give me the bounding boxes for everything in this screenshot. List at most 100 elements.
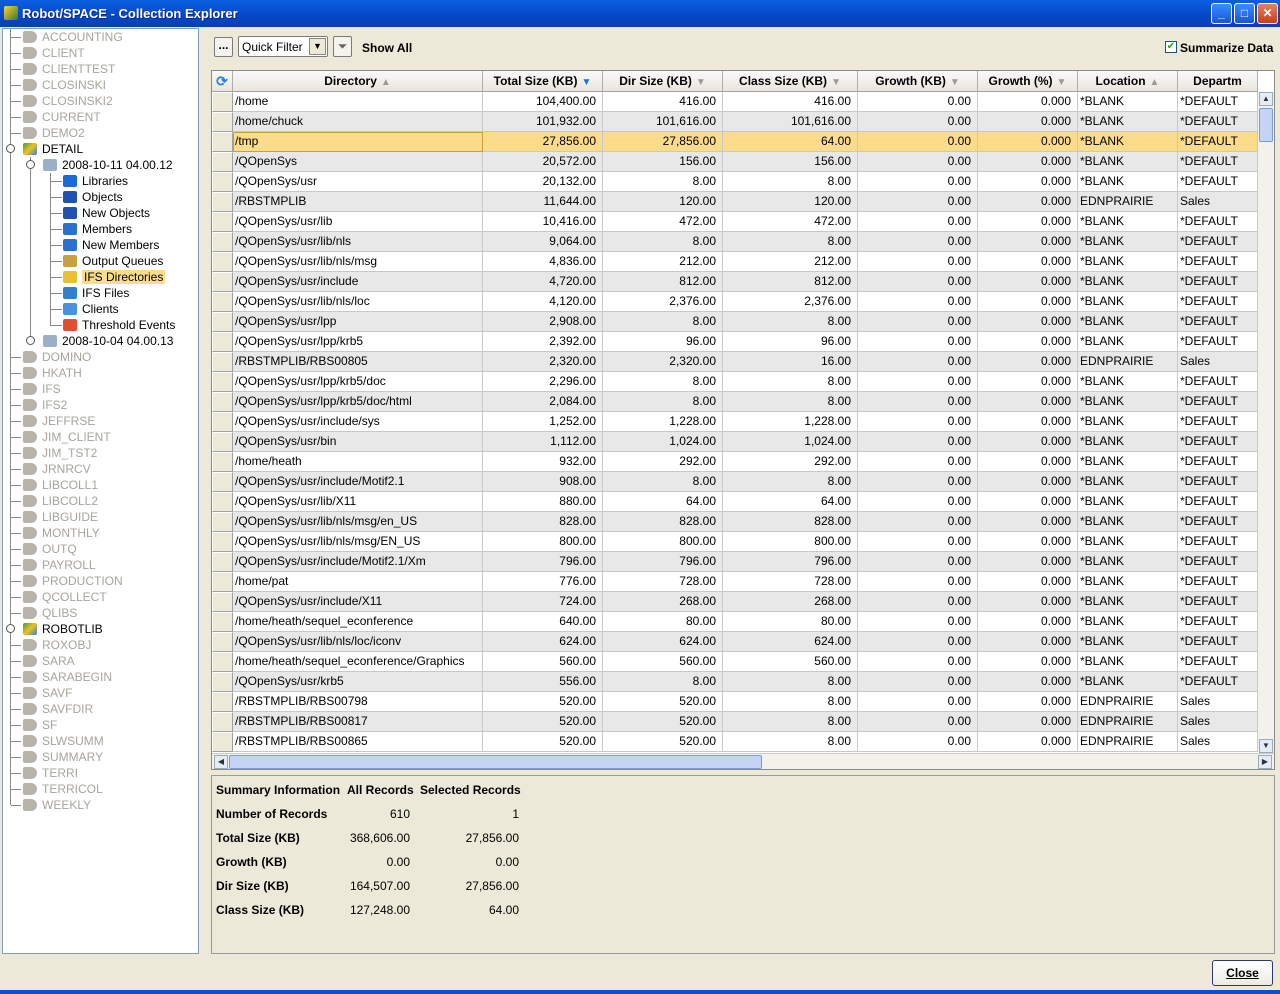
table-row[interactable]: /QOpenSys/usr/lib/X11 880.00 64.00 64.00 0.0… (212, 492, 1258, 512)
more-button[interactable]: ... (214, 37, 233, 57)
tree-item-client[interactable]: CLIENT (23, 45, 85, 61)
tree-item-accounting[interactable]: ACCOUNTING (23, 29, 123, 45)
row-header[interactable] (212, 612, 233, 632)
tree-item-monthly[interactable]: MONTHLY (23, 525, 100, 541)
tree-item-sarabegin[interactable]: SARABEGIN (23, 669, 112, 685)
table-row[interactable]: /QOpenSys 20,572.00 156.00 156.00 0.00 0.000 *… (212, 152, 1258, 172)
row-header[interactable] (212, 592, 233, 612)
table-row[interactable]: /QOpenSys/usr/lpp/krb5/doc 2,296.00 8.00 8.… (212, 372, 1258, 392)
tree-item-domino[interactable]: DOMINO (23, 349, 91, 365)
scroll-up-icon[interactable]: ▲ (1259, 92, 1273, 106)
tree-item-sf[interactable]: SF (23, 717, 57, 733)
row-header[interactable] (212, 212, 233, 232)
close-button[interactable]: Close (1212, 960, 1273, 986)
table-row[interactable]: /RBSTMPLIB/RBS00798 520.00 520.00 8.00 0.00 0… (212, 692, 1258, 712)
row-header[interactable] (212, 192, 233, 212)
column-header-class-size-kb[interactable]: Class Size (KB) ▼ (723, 71, 858, 92)
tree-item-hkath[interactable]: HKATH (23, 365, 82, 381)
table-row[interactable]: /QOpenSys/usr/include/sys 1,252.00 1,228.0… (212, 412, 1258, 432)
tree-item-clients[interactable]: Clients (63, 301, 119, 317)
table-row[interactable]: /QOpenSys/usr/lib/nls/msg/en_US 828.00 828… (212, 512, 1258, 532)
tree-item-ifs-files[interactable]: IFS Files (63, 285, 129, 301)
row-header[interactable] (212, 332, 233, 352)
tree-item-robotlib[interactable]: ROBOTLIB (23, 621, 103, 637)
row-header[interactable] (212, 652, 233, 672)
tree-item-terri[interactable]: TERRI (23, 765, 78, 781)
tree-item-ifs2[interactable]: IFS2 (23, 397, 67, 413)
tree-item-savfdir[interactable]: SAVFDIR (23, 701, 93, 717)
tree-item-libguide[interactable]: LIBGUIDE (23, 509, 98, 525)
row-header[interactable] (212, 452, 233, 472)
tree-item-collection-2[interactable]: 2008-10-04 04.00.13 (43, 333, 173, 349)
tree-item-outq[interactable]: OUTQ (23, 541, 77, 557)
tree-item-threshold-events[interactable]: Threshold Events (63, 317, 175, 333)
expander-icon[interactable] (6, 624, 15, 633)
tree-item-jeffrse[interactable]: JEFFRSE (23, 413, 95, 429)
row-header[interactable] (212, 392, 233, 412)
row-header[interactable] (212, 472, 233, 492)
row-header[interactable] (212, 512, 233, 532)
table-row[interactable]: /QOpenSys/usr/bin 1,112.00 1,024.00 1,024.0… (212, 432, 1258, 452)
tree-item-sara[interactable]: SARA (23, 653, 75, 669)
tree-item-libraries[interactable]: Libraries (63, 173, 128, 189)
tree-item-closinski[interactable]: CLOSINSKI (23, 77, 106, 93)
row-header[interactable] (212, 732, 233, 752)
minimize-button[interactable]: _ (1211, 3, 1232, 24)
scroll-left-icon[interactable]: ◀ (214, 755, 228, 769)
horizontal-scrollbar[interactable]: ◀ ▶ (212, 753, 1274, 769)
table-row[interactable]: /QOpenSys/usr/krb5 556.00 8.00 8.00 0.00 0.00… (212, 672, 1258, 692)
tree-item-libcoll1[interactable]: LIBCOLL1 (23, 477, 98, 493)
table-row[interactable]: /home/chuck 101,932.00 101,616.00 101,616.0… (212, 112, 1258, 132)
quick-filter-dropdown[interactable]: Quick Filter ▼ (238, 36, 328, 57)
expander-icon[interactable] (26, 336, 35, 345)
row-header[interactable] (212, 352, 233, 372)
scroll-down-icon[interactable]: ▼ (1259, 739, 1273, 753)
tree-item-jim_client[interactable]: JIM_CLIENT (23, 429, 111, 445)
tree-item-jim_tst2[interactable]: JIM_TST2 (23, 445, 97, 461)
row-header[interactable] (212, 572, 233, 592)
table-row[interactable]: /RBSTMPLIB 11,644.00 120.00 120.00 0.00 0.000… (212, 192, 1258, 212)
tree-item-libcoll2[interactable]: LIBCOLL2 (23, 493, 98, 509)
maximize-button[interactable]: □ (1234, 3, 1255, 24)
row-header[interactable] (212, 552, 233, 572)
table-row[interactable]: /QOpenSys/usr/lib/nls/loc 4,120.00 2,376.0… (212, 292, 1258, 312)
tree-item-detail[interactable]: DETAIL (23, 141, 83, 157)
row-header[interactable] (212, 632, 233, 652)
row-header[interactable] (212, 312, 233, 332)
table-row[interactable]: /QOpenSys/usr/include 4,720.00 812.00 812.0… (212, 272, 1258, 292)
expander-icon[interactable] (26, 160, 35, 169)
table-row[interactable]: /QOpenSys/usr/lib 10,416.00 472.00 472.00 0.… (212, 212, 1258, 232)
table-row[interactable]: /QOpenSys/usr 20,132.00 8.00 8.00 0.00 0.000 *… (212, 172, 1258, 192)
table-row[interactable]: /tmp 27,856.00 27,856.00 64.00 0.00 0.000 *BLA… (212, 132, 1258, 152)
table-row[interactable]: /QOpenSys/usr/lib/nls/msg/EN_US 800.00 800… (212, 532, 1258, 552)
horizontal-scroll-thumb[interactable] (229, 755, 762, 769)
tree-item-collection-1[interactable]: 2008-10-11 04.00.12 (43, 157, 173, 173)
summarize-data-checkbox[interactable]: ✔ (1165, 41, 1177, 53)
tree-item-roxobj[interactable]: ROXOBJ (23, 637, 91, 653)
column-header-directory[interactable]: Directory ▲ (233, 71, 483, 92)
table-row[interactable]: /home/heath/sequel_econference 640.00 80.0… (212, 612, 1258, 632)
refresh-icon[interactable]: ⟳ (212, 71, 233, 92)
tree-item-new-objects[interactable]: New Objects (63, 205, 150, 221)
row-header[interactable] (212, 152, 233, 172)
vertical-scrollbar[interactable]: ▲ ▼ (1258, 92, 1274, 753)
tree-item-closinski2[interactable]: CLOSINSKI2 (23, 93, 113, 109)
vertical-scroll-thumb[interactable] (1259, 108, 1273, 142)
row-header[interactable] (212, 292, 233, 312)
row-header[interactable] (212, 372, 233, 392)
tree-item-production[interactable]: PRODUCTION (23, 573, 123, 589)
tree-item-ifs-directories[interactable]: IFS Directories (63, 269, 166, 285)
tree-item-demo2[interactable]: DEMO2 (23, 125, 85, 141)
row-header[interactable] (212, 432, 233, 452)
row-header[interactable] (212, 272, 233, 292)
tree-item-weekly[interactable]: WEEKLY (23, 797, 91, 813)
tree-item-output-queues[interactable]: Output Queues (63, 253, 163, 269)
column-header-total-size-kb[interactable]: Total Size (KB) ▼ (483, 71, 603, 92)
column-header-location[interactable]: Location ▲ (1078, 71, 1178, 92)
row-header[interactable] (212, 132, 233, 152)
table-row[interactable]: /RBSTMPLIB/RBS00865 520.00 520.00 8.00 0.00 0… (212, 732, 1258, 752)
table-row[interactable]: /QOpenSys/usr/include/Motif2.1/Xm 796.00 7… (212, 552, 1258, 572)
row-header[interactable] (212, 252, 233, 272)
table-row[interactable]: /home/heath/sequel_econference/Graphics 5… (212, 652, 1258, 672)
table-row[interactable]: /RBSTMPLIB/RBS00805 2,320.00 2,320.00 16.00… (212, 352, 1258, 372)
